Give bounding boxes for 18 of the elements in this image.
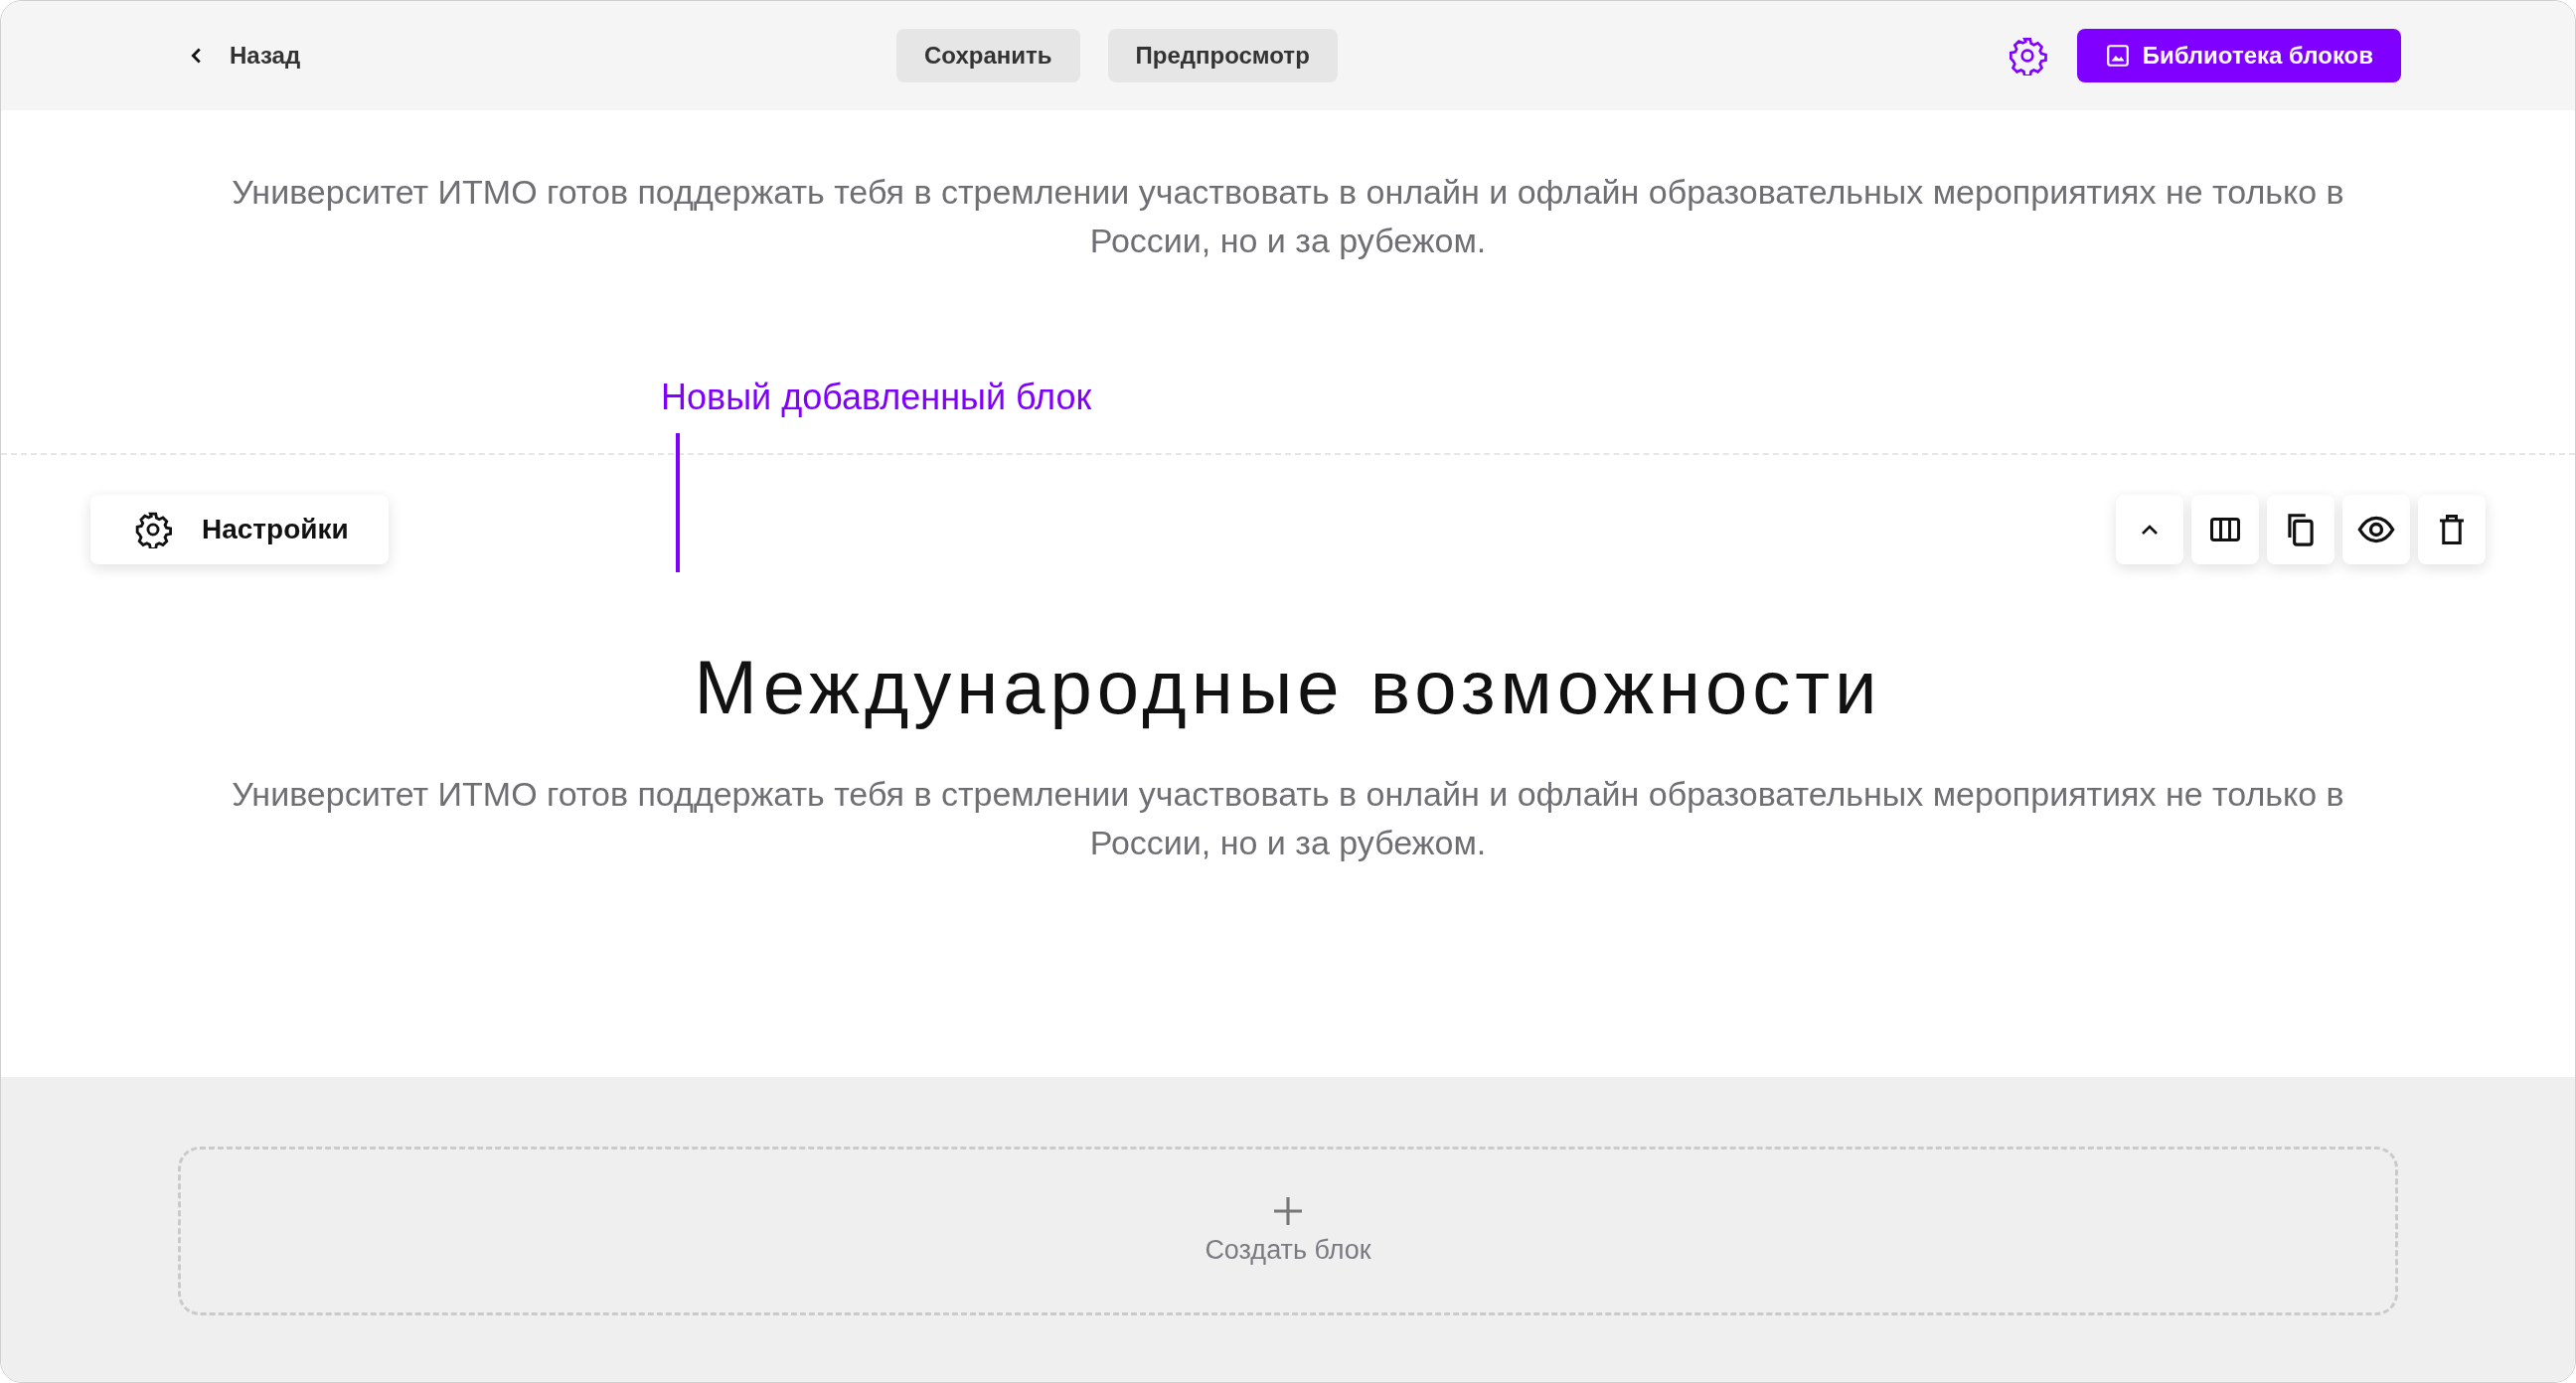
plus-icon — [1274, 1196, 1302, 1225]
copy-button[interactable] — [2267, 495, 2334, 564]
block-library-button[interactable]: Библиотека блоков — [2076, 29, 2401, 82]
settings-button[interactable]: Настройки — [90, 495, 389, 564]
description-text: Университет ИТМО готов поддержать тебя в стремлении участвовать в онлайн и офлайн образовательных мероприятиях не только в России, но и за рубежом. — [231, 774, 2345, 863]
description-text: Университет ИТМО готов поддержать тебя в стремлении участвовать в онлайн и офлайн образовательных мероприятиях не только в России, но и за рубежом. — [231, 172, 2345, 261]
annotation-label: Новый добавленный блок — [661, 376, 1092, 418]
create-block-button[interactable]: Создать блок — [178, 1147, 2398, 1315]
section-heading: Международные возможности — [694, 644, 1882, 730]
header-button[interactable]: Сохранить — [896, 29, 1080, 82]
visibility-button[interactable] — [2342, 495, 2410, 564]
image-icon — [2104, 43, 2131, 69]
columns-button[interactable] — [2191, 495, 2259, 564]
delete-button[interactable] — [2418, 495, 2486, 564]
settings-icon — [134, 511, 172, 548]
settings-icon[interactable] — [2007, 36, 2047, 76]
header-button[interactable]: Предпросмотр — [1107, 29, 1338, 82]
back-link[interactable]: Назад — [180, 41, 307, 71]
